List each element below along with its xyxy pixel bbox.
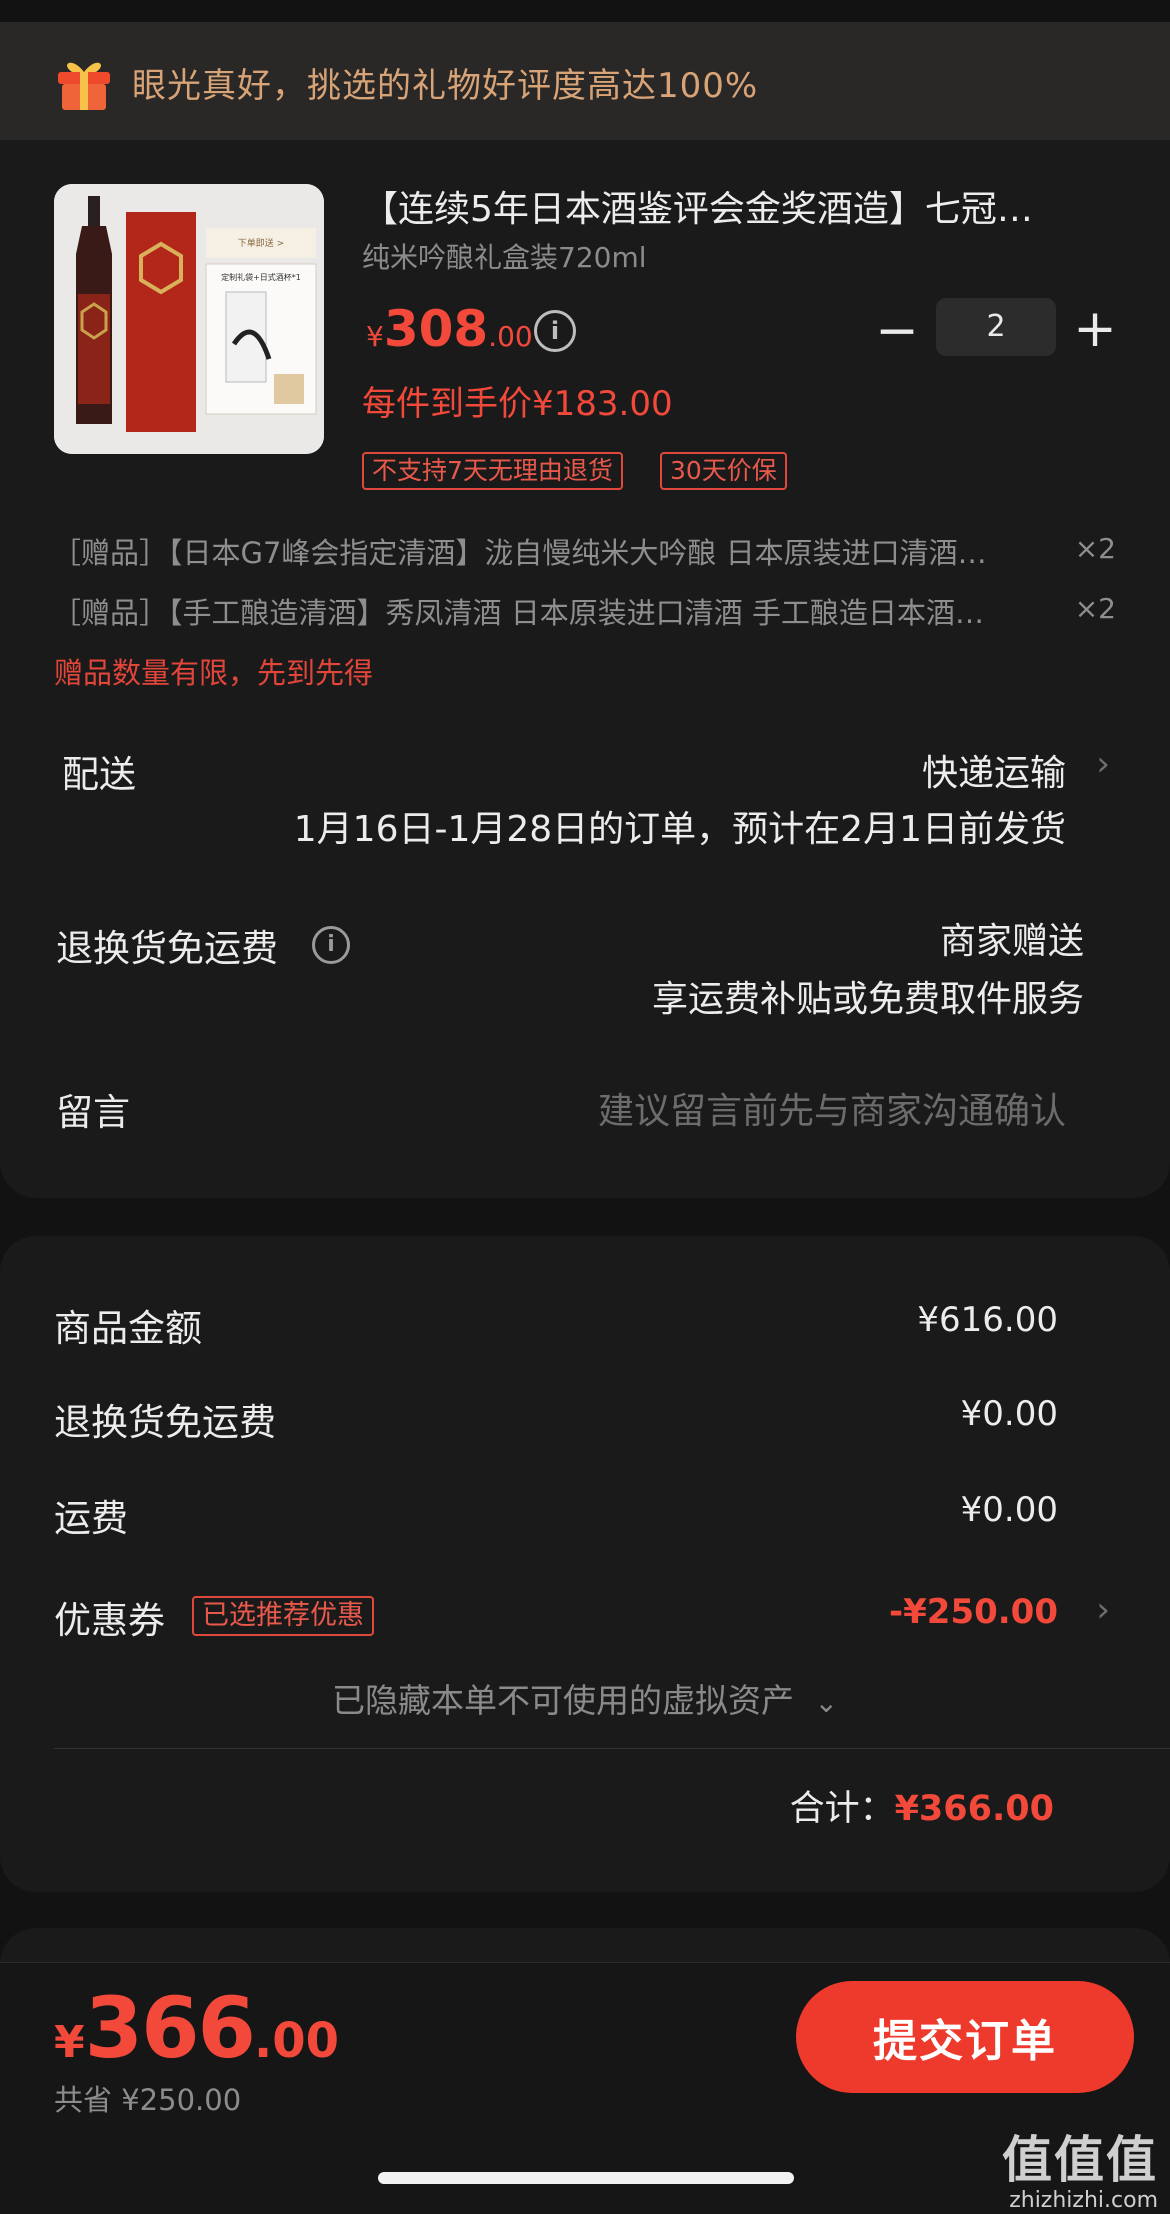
price-summary-card: 商品金额 ¥616.00 退换货免运费 ¥0.00 运费 ¥0.00 优惠券 已…: [0, 1236, 1170, 1892]
shipping-fee-label: 运费: [54, 1497, 128, 1540]
gift-item-1: ［赠品］【日本G7峰会指定清酒】泷自慢纯米大吟酿 日本原装进口清酒…: [52, 536, 987, 570]
home-indicator[interactable]: [378, 2172, 794, 2184]
price-protect-tag: 30天价保: [660, 452, 787, 490]
divider: [54, 1748, 1170, 1749]
inset-line-2: 定制礼袋+日式酒杯*1: [221, 272, 301, 282]
shipping-fee-value: ¥0.00: [960, 1490, 1058, 1530]
product-image[interactable]: 下单即送 > 定制礼袋+日式酒杯*1: [54, 184, 324, 454]
gift-item-2: ［赠品］【手工酿造清酒】秀凤清酒 日本原装进口清酒 手工酿造日本酒…: [52, 596, 984, 630]
coupon-label: 优惠券: [54, 1599, 165, 1642]
delivery-chevron-icon[interactable]: ›: [1096, 744, 1110, 784]
price-info-icon[interactable]: i: [534, 310, 576, 352]
return-shipping-line2: 享运费补贴或免费取件服务: [651, 979, 1084, 1020]
coupon-tag: 已选推荐优惠: [192, 1596, 374, 1636]
coupon-chevron-icon[interactable]: ›: [1096, 1590, 1110, 1630]
inset-line-1: 下单即送 >: [238, 237, 284, 249]
delivery-label: 配送: [62, 753, 136, 796]
footer-total-price: ¥366.00: [54, 1979, 339, 2077]
gift-icon: [58, 62, 110, 110]
sake-bottle-image: 下单即送 > 定制礼袋+日式酒杯*1: [54, 184, 324, 454]
chevron-down-icon: ⌄: [814, 1686, 838, 1719]
quantity-input[interactable]: 2: [936, 298, 1056, 356]
total-line: 合计：¥366.00: [790, 1780, 1054, 1831]
gift-item-2-qty: ×2: [1074, 592, 1116, 625]
watermark-logo: 值值值 zhizhizhi.com: [1002, 2131, 1158, 2213]
hidden-assets-toggle[interactable]: 已隐藏本单不可使用的虚拟资产 ⌄: [0, 1674, 1170, 1722]
quantity-plus-button[interactable]: +: [1070, 303, 1120, 356]
gift-item-1-qty: ×2: [1074, 532, 1116, 565]
message-label: 留言: [56, 1091, 130, 1134]
total-value: ¥366.00: [894, 1789, 1054, 1829]
product-spec: 纯米吟酿礼盒装720ml: [362, 241, 647, 274]
return-shipping-line1: 商家赠送: [939, 921, 1084, 962]
order-item-card: 下单即送 > 定制礼袋+日式酒杯*1 【连续5年日本酒鉴评会金奖酒造】七冠… 纯…: [0, 140, 1170, 1198]
gift-banner: 眼光真好，挑选的礼物好评度高达100%: [0, 22, 1170, 140]
goods-amount-label: 商品金额: [54, 1307, 202, 1350]
goods-amount-value: ¥616.00: [917, 1300, 1058, 1340]
banner-text: 眼光真好，挑选的礼物好评度高达100%: [132, 66, 759, 106]
return-shipping-label: 退换货免运费: [56, 927, 278, 970]
hidden-assets-text: 已隐藏本单不可使用的虚拟资产: [332, 1681, 795, 1720]
no-return-tag: 不支持7天无理由退货: [362, 452, 623, 490]
quantity-minus-button[interactable]: −: [872, 305, 922, 358]
saved-amount: 共省 ¥250.00: [54, 2083, 242, 2117]
unit-price: 每件到手价¥183.00: [362, 384, 673, 424]
return-fee-value: ¥0.00: [960, 1394, 1058, 1434]
return-fee-label: 退换货免运费: [54, 1401, 276, 1444]
ship-date-note: 1月16日-1月28日的订单，预计在2月1日前发货: [293, 809, 1066, 850]
message-input[interactable]: 建议留言前先与商家沟通确认: [598, 1082, 1066, 1134]
submit-order-button[interactable]: 提交订单: [796, 1981, 1134, 2093]
product-price: ¥308.00: [366, 300, 533, 358]
total-label: 合计：: [789, 1789, 895, 1829]
coupon-value[interactable]: -¥250.00: [889, 1592, 1058, 1632]
return-shipping-info-icon[interactable]: i: [312, 926, 350, 964]
delivery-method[interactable]: 快递运输: [922, 744, 1066, 796]
product-title[interactable]: 【连续5年日本酒鉴评会金奖酒造】七冠…: [362, 180, 1122, 232]
gift-note: 赠品数量有限，先到先得: [54, 656, 374, 690]
